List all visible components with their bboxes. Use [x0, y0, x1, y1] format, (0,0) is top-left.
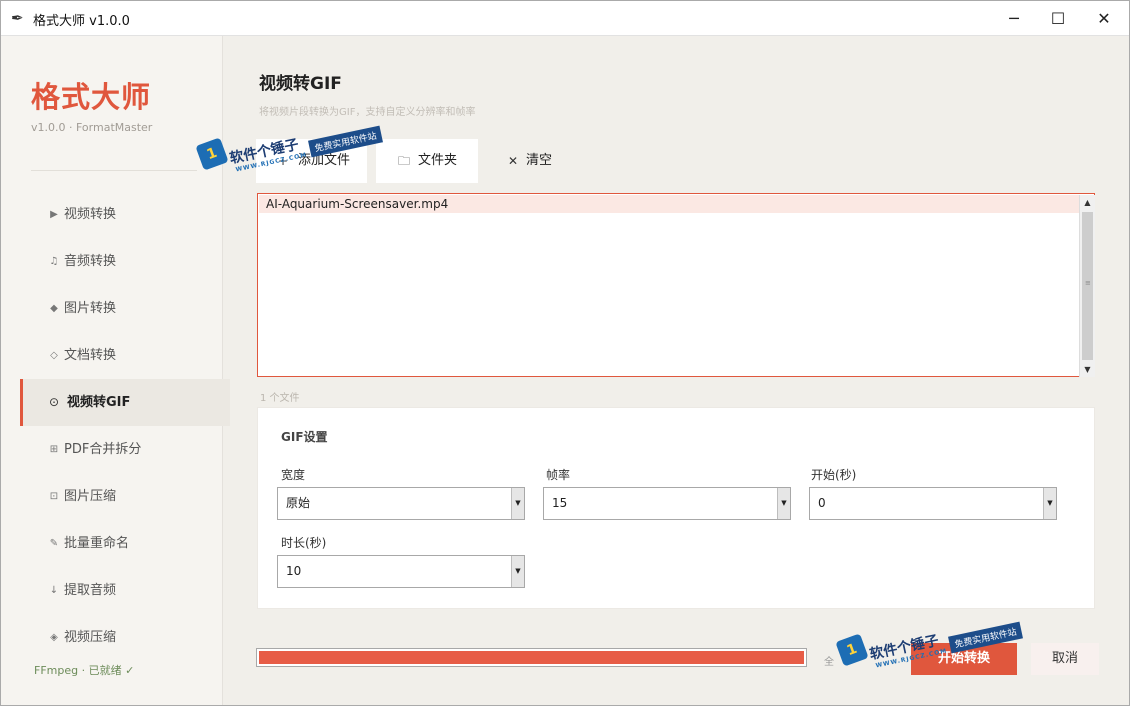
chevron-down-icon[interactable]: ▼	[1043, 488, 1056, 519]
sidebar-item-3[interactable]: ◇ 文档转换	[1, 332, 223, 379]
maximize-button[interactable]: ☐	[1035, 1, 1081, 36]
duration-value: 10	[286, 564, 302, 578]
version-label: v1.0.0 · FormatMaster	[31, 121, 153, 134]
settings-title: GIF设置	[281, 430, 328, 444]
arrow-down-icon: ↓	[49, 585, 59, 596]
sidebar-nav: ▶ 视频转换 ♫ 音频转换 ◆ 图片转换 ◇ 文档转换 ⊙ 视频转GIF ⊞ PDF合并拆分 ⊡ 图片压缩…	[1, 191, 230, 661]
folder-icon: 🗀	[398, 154, 411, 168]
scroll-down-icon[interactable]: ▼	[1080, 362, 1095, 377]
progress-text: 全	[824, 657, 834, 668]
cancel-button[interactable]: 取消	[1031, 643, 1099, 675]
clear-label: 清空	[526, 153, 553, 168]
page-subtitle: 将视频片段转换为GIF，支持自定义分辨率和帧率	[259, 107, 476, 118]
sidebar: 格式大师 v1.0.0 · FormatMaster ▶ 视频转换 ♫ 音频转换 ◆ 图片…	[1, 36, 230, 705]
page-title: 视频转GIF	[259, 74, 342, 94]
grid-icon: ⊞	[49, 444, 59, 455]
fps-value: 15	[552, 496, 568, 510]
window-title: 格式大师 v1.0.0	[33, 14, 130, 29]
active-indicator	[20, 379, 23, 426]
sidebar-item-label: 图片转换	[64, 301, 117, 316]
sidebar-item-4[interactable]: ⊙ 视频转GIF	[20, 379, 230, 426]
feather-icon: ✒	[11, 9, 24, 27]
chevron-down-icon[interactable]: ▼	[777, 488, 790, 519]
grip-icon: ≡	[1085, 279, 1091, 287]
file-list[interactable]: AI-Aquarium-Screensaver.mp4	[257, 193, 1095, 377]
start-value: 0	[818, 496, 826, 510]
fps-select[interactable]: 15 ▼	[543, 487, 791, 520]
chevron-down-icon[interactable]: ▼	[511, 556, 524, 587]
progress-bar	[256, 648, 807, 667]
minimize-button[interactable]: ─	[991, 1, 1037, 36]
compress-icon: ◈	[50, 632, 58, 643]
pencil-icon: ✎	[49, 538, 59, 549]
sidebar-item-7[interactable]: ✎ 批量重命名	[1, 520, 223, 567]
width-value: 原始	[286, 496, 311, 510]
scroll-up-icon[interactable]: ▲	[1080, 195, 1095, 210]
duration-select[interactable]: 10 ▼	[277, 555, 525, 588]
sidebar-item-6[interactable]: ⊡ 图片压缩	[1, 473, 223, 520]
close-button[interactable]: ✕	[1081, 1, 1127, 36]
sidebar-item-label: 提取音频	[64, 583, 117, 598]
diamond-icon: ◆	[50, 303, 58, 314]
file-count: 1 个文件	[260, 393, 300, 404]
diamond-outline-icon: ◇	[50, 350, 58, 361]
clear-button[interactable]: ✕ 清空	[495, 139, 575, 183]
square-icon: ⊡	[49, 491, 59, 502]
fps-label: 帧率	[546, 468, 571, 482]
folder-button[interactable]: 🗀 文件夹	[376, 139, 478, 183]
sidebar-item-1[interactable]: ♫ 音频转换	[1, 238, 223, 285]
sidebar-item-label: 视频压缩	[64, 630, 117, 645]
sidebar-item-label: PDF合并拆分	[64, 442, 142, 457]
start-label: 开始(秒)	[811, 468, 857, 482]
sidebar-item-9[interactable]: ◈ 视频压缩	[1, 614, 223, 661]
chevron-down-icon[interactable]: ▼	[511, 488, 524, 519]
sidebar-item-label: 批量重命名	[64, 536, 130, 551]
close-icon: ✕	[508, 154, 519, 168]
sidebar-item-label: 音频转换	[64, 254, 117, 269]
sidebar-item-5[interactable]: ⊞ PDF合并拆分	[1, 426, 223, 473]
sidebar-divider	[31, 170, 197, 171]
sidebar-item-2[interactable]: ◆ 图片转换	[1, 285, 223, 332]
music-note-icon: ♫	[49, 256, 59, 267]
play-icon: ▶	[50, 209, 58, 220]
sidebar-item-0[interactable]: ▶ 视频转换	[1, 191, 223, 238]
sidebar-item-label: 视频转GIF	[67, 395, 131, 410]
width-label: 宽度	[281, 468, 306, 482]
list-item[interactable]: AI-Aquarium-Screensaver.mp4	[259, 195, 1079, 213]
sidebar-item-label: 文档转换	[64, 348, 117, 363]
progress-fill	[259, 651, 804, 664]
title-bar: ✒ 格式大师 v1.0.0 ─ ☐ ✕	[1, 1, 1129, 36]
start-select[interactable]: 0 ▼	[809, 487, 1057, 520]
duration-label: 时长(秒)	[281, 536, 327, 550]
sidebar-item-label: 视频转换	[64, 207, 117, 222]
sidebar-item-8[interactable]: ↓ 提取音频	[1, 567, 223, 614]
scrollbar-thumb[interactable]: ≡	[1082, 212, 1093, 360]
width-select[interactable]: 原始 ▼	[277, 487, 525, 520]
ffmpeg-status: FFmpeg · 已就绪 ✓	[34, 664, 135, 677]
brand-title: 格式大师	[31, 80, 152, 114]
folder-label: 文件夹	[418, 153, 458, 168]
app-window: ✒ 格式大师 v1.0.0 ─ ☐ ✕ 格式大师 v1.0.0 · Format…	[0, 0, 1130, 706]
sidebar-item-label: 图片压缩	[64, 489, 117, 504]
target-icon: ⊙	[48, 395, 60, 409]
gif-settings-panel: GIF设置 宽度 原始 ▼ 帧率 15 ▼ 开始(秒) 0 ▼ 时长(秒) 10…	[257, 407, 1095, 609]
file-list-scrollbar[interactable]: ▲ ≡ ▼	[1079, 195, 1095, 377]
